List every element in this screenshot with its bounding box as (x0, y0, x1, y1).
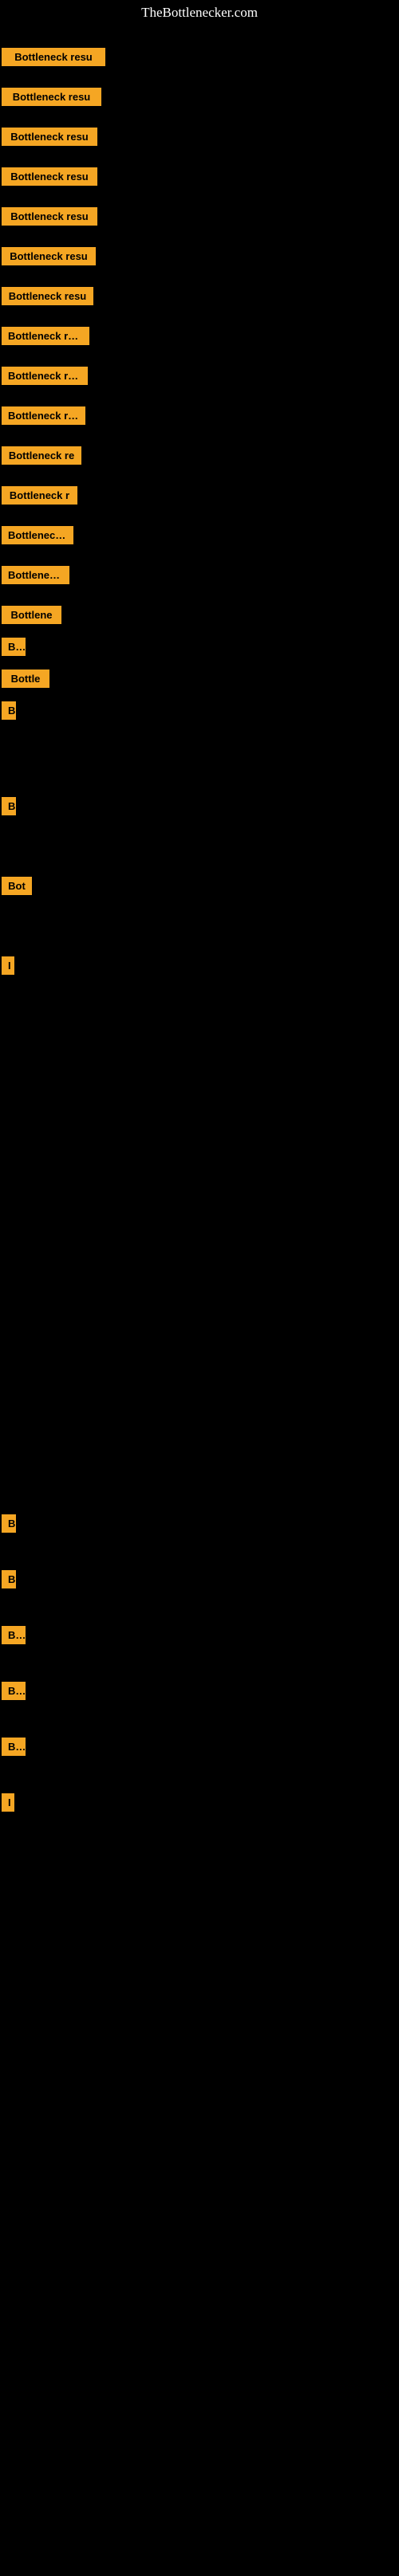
bottleneck-button-17[interactable]: B (2, 701, 16, 720)
bottleneck-button-11[interactable]: Bottleneck r (2, 486, 77, 505)
bottleneck-button-7[interactable]: Bottleneck resu (2, 327, 89, 345)
bottleneck-button-6[interactable]: Bottleneck resu (2, 287, 93, 305)
bottleneck-button-3[interactable]: Bottleneck resu (2, 167, 97, 186)
bottleneck-button-18[interactable]: B (2, 797, 16, 815)
bottleneck-button-0[interactable]: Bottleneck resu (2, 48, 105, 66)
bottleneck-button-16[interactable]: Bottle (2, 670, 49, 688)
bottleneck-button-26[interactable]: I (2, 1793, 14, 1812)
bottleneck-button-8[interactable]: Bottleneck resu (2, 367, 88, 385)
bottleneck-button-10[interactable]: Bottleneck re (2, 446, 81, 465)
bottleneck-button-5[interactable]: Bottleneck resu (2, 247, 96, 265)
bottleneck-button-23[interactable]: Bo (2, 1626, 26, 1644)
bottleneck-button-12[interactable]: Bottleneck r (2, 526, 73, 544)
bottleneck-button-24[interactable]: Bo (2, 1682, 26, 1700)
site-header: TheBottlenecker.com (0, 0, 399, 26)
buttons-container: Bottleneck resu Bottleneck resu Bottleneck… (0, 26, 399, 2576)
bottleneck-button-15[interactable]: Bo (2, 638, 26, 656)
bottleneck-button-22[interactable]: B (2, 1570, 16, 1588)
bottleneck-button-25[interactable]: Bo (2, 1738, 26, 1756)
bottleneck-button-20[interactable]: I (2, 956, 14, 975)
bottleneck-button-4[interactable]: Bottleneck resu (2, 207, 97, 226)
bottleneck-button-1[interactable]: Bottleneck resu (2, 88, 101, 106)
bottleneck-button-13[interactable]: Bottleneck r (2, 566, 69, 584)
site-title: TheBottlenecker.com (141, 5, 258, 20)
bottleneck-button-9[interactable]: Bottleneck resu (2, 406, 85, 425)
bottleneck-button-21[interactable]: B (2, 1514, 16, 1533)
bottleneck-button-19[interactable]: Bot (2, 877, 32, 895)
bottleneck-button-14[interactable]: Bottlene (2, 606, 61, 624)
bottleneck-button-2[interactable]: Bottleneck resu (2, 128, 97, 146)
